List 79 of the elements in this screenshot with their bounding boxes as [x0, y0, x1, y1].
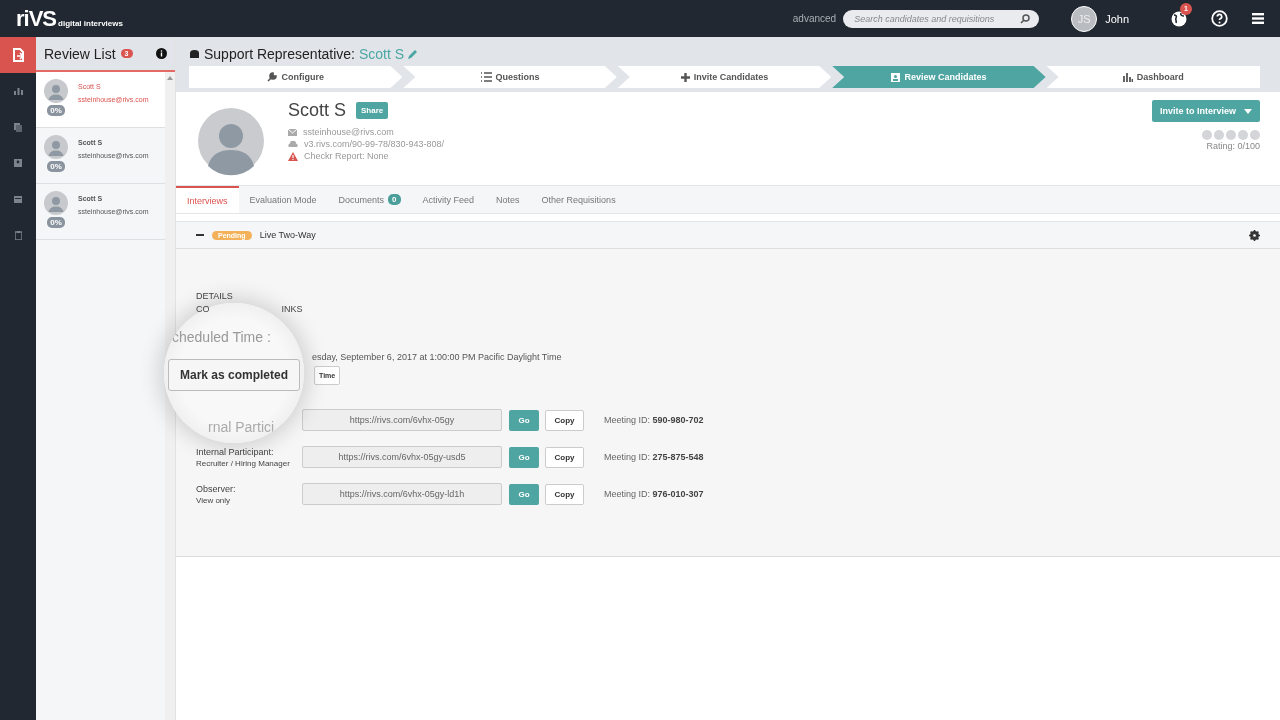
progress-badge: 0%: [47, 217, 65, 228]
bar-chart-icon: [1122, 72, 1133, 82]
caret-icon: [1244, 108, 1252, 114]
contact-card-icon: [891, 72, 901, 82]
advanced-search-link[interactable]: advanced: [792, 13, 837, 24]
pages-icon: [14, 122, 22, 132]
requisition-title: Support Representative:: [204, 46, 355, 62]
tab[interactable]: Other Requisitions: [530, 186, 627, 213]
section-heading: CO: [196, 304, 210, 314]
mark-as-completed-button[interactable]: Mark as completed: [168, 359, 301, 391]
document-icon: [11, 47, 25, 63]
scheduled-time-label: cheduled Time :: [172, 329, 271, 345]
sidebar-item[interactable]: [0, 37, 36, 73]
pencil-icon[interactable]: [408, 49, 419, 59]
tab[interactable]: Interviews: [176, 186, 239, 213]
progress-badge: 0%: [47, 105, 65, 116]
avatar-icon: [44, 191, 68, 215]
share-button[interactable]: Share: [356, 102, 389, 119]
wizard-step[interactable]: Dashboard: [1046, 66, 1261, 88]
invite-to-interview-button[interactable]: Invite to Interview: [1151, 100, 1260, 122]
plus-icon: [680, 72, 690, 82]
warning-icon: [288, 151, 298, 161]
logo-tagline: digital interviews: [58, 18, 123, 30]
list-icon: [480, 72, 492, 82]
avatar-icon: [44, 79, 68, 103]
avatar-icon: [44, 135, 68, 159]
logo[interactable]: riVS: [16, 7, 57, 30]
meeting-id: Meeting ID: 590-980-702: [604, 415, 704, 425]
copy-button[interactable]: Copy: [545, 409, 584, 431]
link-field[interactable]: https://rivs.com/6vhx-05gy-usd5: [302, 446, 502, 468]
wrench-icon: [267, 72, 278, 82]
interview-type: Live Two-Way: [259, 230, 316, 240]
wizard-step[interactable]: Review Candidates: [832, 66, 1046, 88]
participant-label: Observer:: [196, 483, 237, 494]
menu-icon[interactable]: [1252, 13, 1264, 24]
help-icon[interactable]: [1211, 10, 1228, 27]
tab[interactable]: Documents 0: [327, 186, 412, 213]
tab[interactable]: Activity Feed: [411, 186, 486, 213]
copy-button[interactable]: Copy: [545, 483, 584, 505]
scheduled-date: esday, September 6, 2017 at 1:00:00 PM Pacific Daylight Time: [312, 352, 562, 362]
scroll-up-icon[interactable]: [167, 76, 173, 80]
count-badge: 0: [388, 194, 401, 205]
copy-button[interactable]: Copy: [545, 446, 584, 468]
participant-role: View only: [196, 495, 232, 505]
envelope-icon: [288, 128, 297, 136]
participant-label: rnal Partici: [208, 419, 275, 435]
section-heading: DETAILS: [196, 291, 233, 301]
meeting-id: Meeting ID: 976-010-307: [604, 489, 704, 499]
calendar-icon: [14, 195, 22, 203]
settings-icon[interactable]: [1249, 229, 1260, 241]
clipboard-icon: [14, 230, 22, 240]
info-icon[interactable]: [156, 48, 167, 59]
section-heading: INKS: [281, 304, 303, 314]
contact-card-icon: [14, 159, 22, 167]
link-field[interactable]: https://rivs.com/6vhx-05gy: [302, 409, 502, 431]
profile-link[interactable]: v3.rivs.com/90-99-78/830-943-808/: [304, 139, 445, 149]
candidate-email: ssteinhouse@rivs.com: [303, 127, 394, 137]
participant-role: Recruiter / Hiring Manager: [196, 458, 291, 468]
bar-chart-icon: [13, 87, 23, 95]
go-button[interactable]: Go: [509, 409, 539, 431]
go-button[interactable]: Go: [509, 446, 539, 468]
checkr-report: Checkr Report: None: [304, 151, 389, 161]
cloud-icon: [288, 141, 298, 147]
search-icon: [1020, 13, 1031, 24]
tab[interactable]: Evaluation Mode: [238, 186, 328, 213]
user-name[interactable]: John: [1105, 12, 1129, 25]
link-field[interactable]: https://rivs.com/6vhx-05gy-ld1h: [302, 483, 502, 505]
wizard-step[interactable]: Configure: [189, 66, 403, 88]
progress-badge: 0%: [47, 161, 65, 172]
go-button[interactable]: Go: [509, 483, 539, 505]
participant-label: Internal Participant:: [196, 446, 275, 457]
tab[interactable]: Notes: [485, 186, 531, 213]
candidate-name: Scott S: [288, 100, 347, 121]
wizard-step[interactable]: Questions: [403, 66, 617, 88]
search-field[interactable]: Search candidates and requisitions: [843, 9, 1040, 28]
rating-text: Rating: 0/100: [1206, 141, 1260, 151]
wizard-step[interactable]: Invite Candidates: [617, 66, 832, 88]
review-list-title: Review List: [44, 45, 116, 62]
meeting-id: Meeting ID: 275-875-548: [604, 452, 704, 462]
